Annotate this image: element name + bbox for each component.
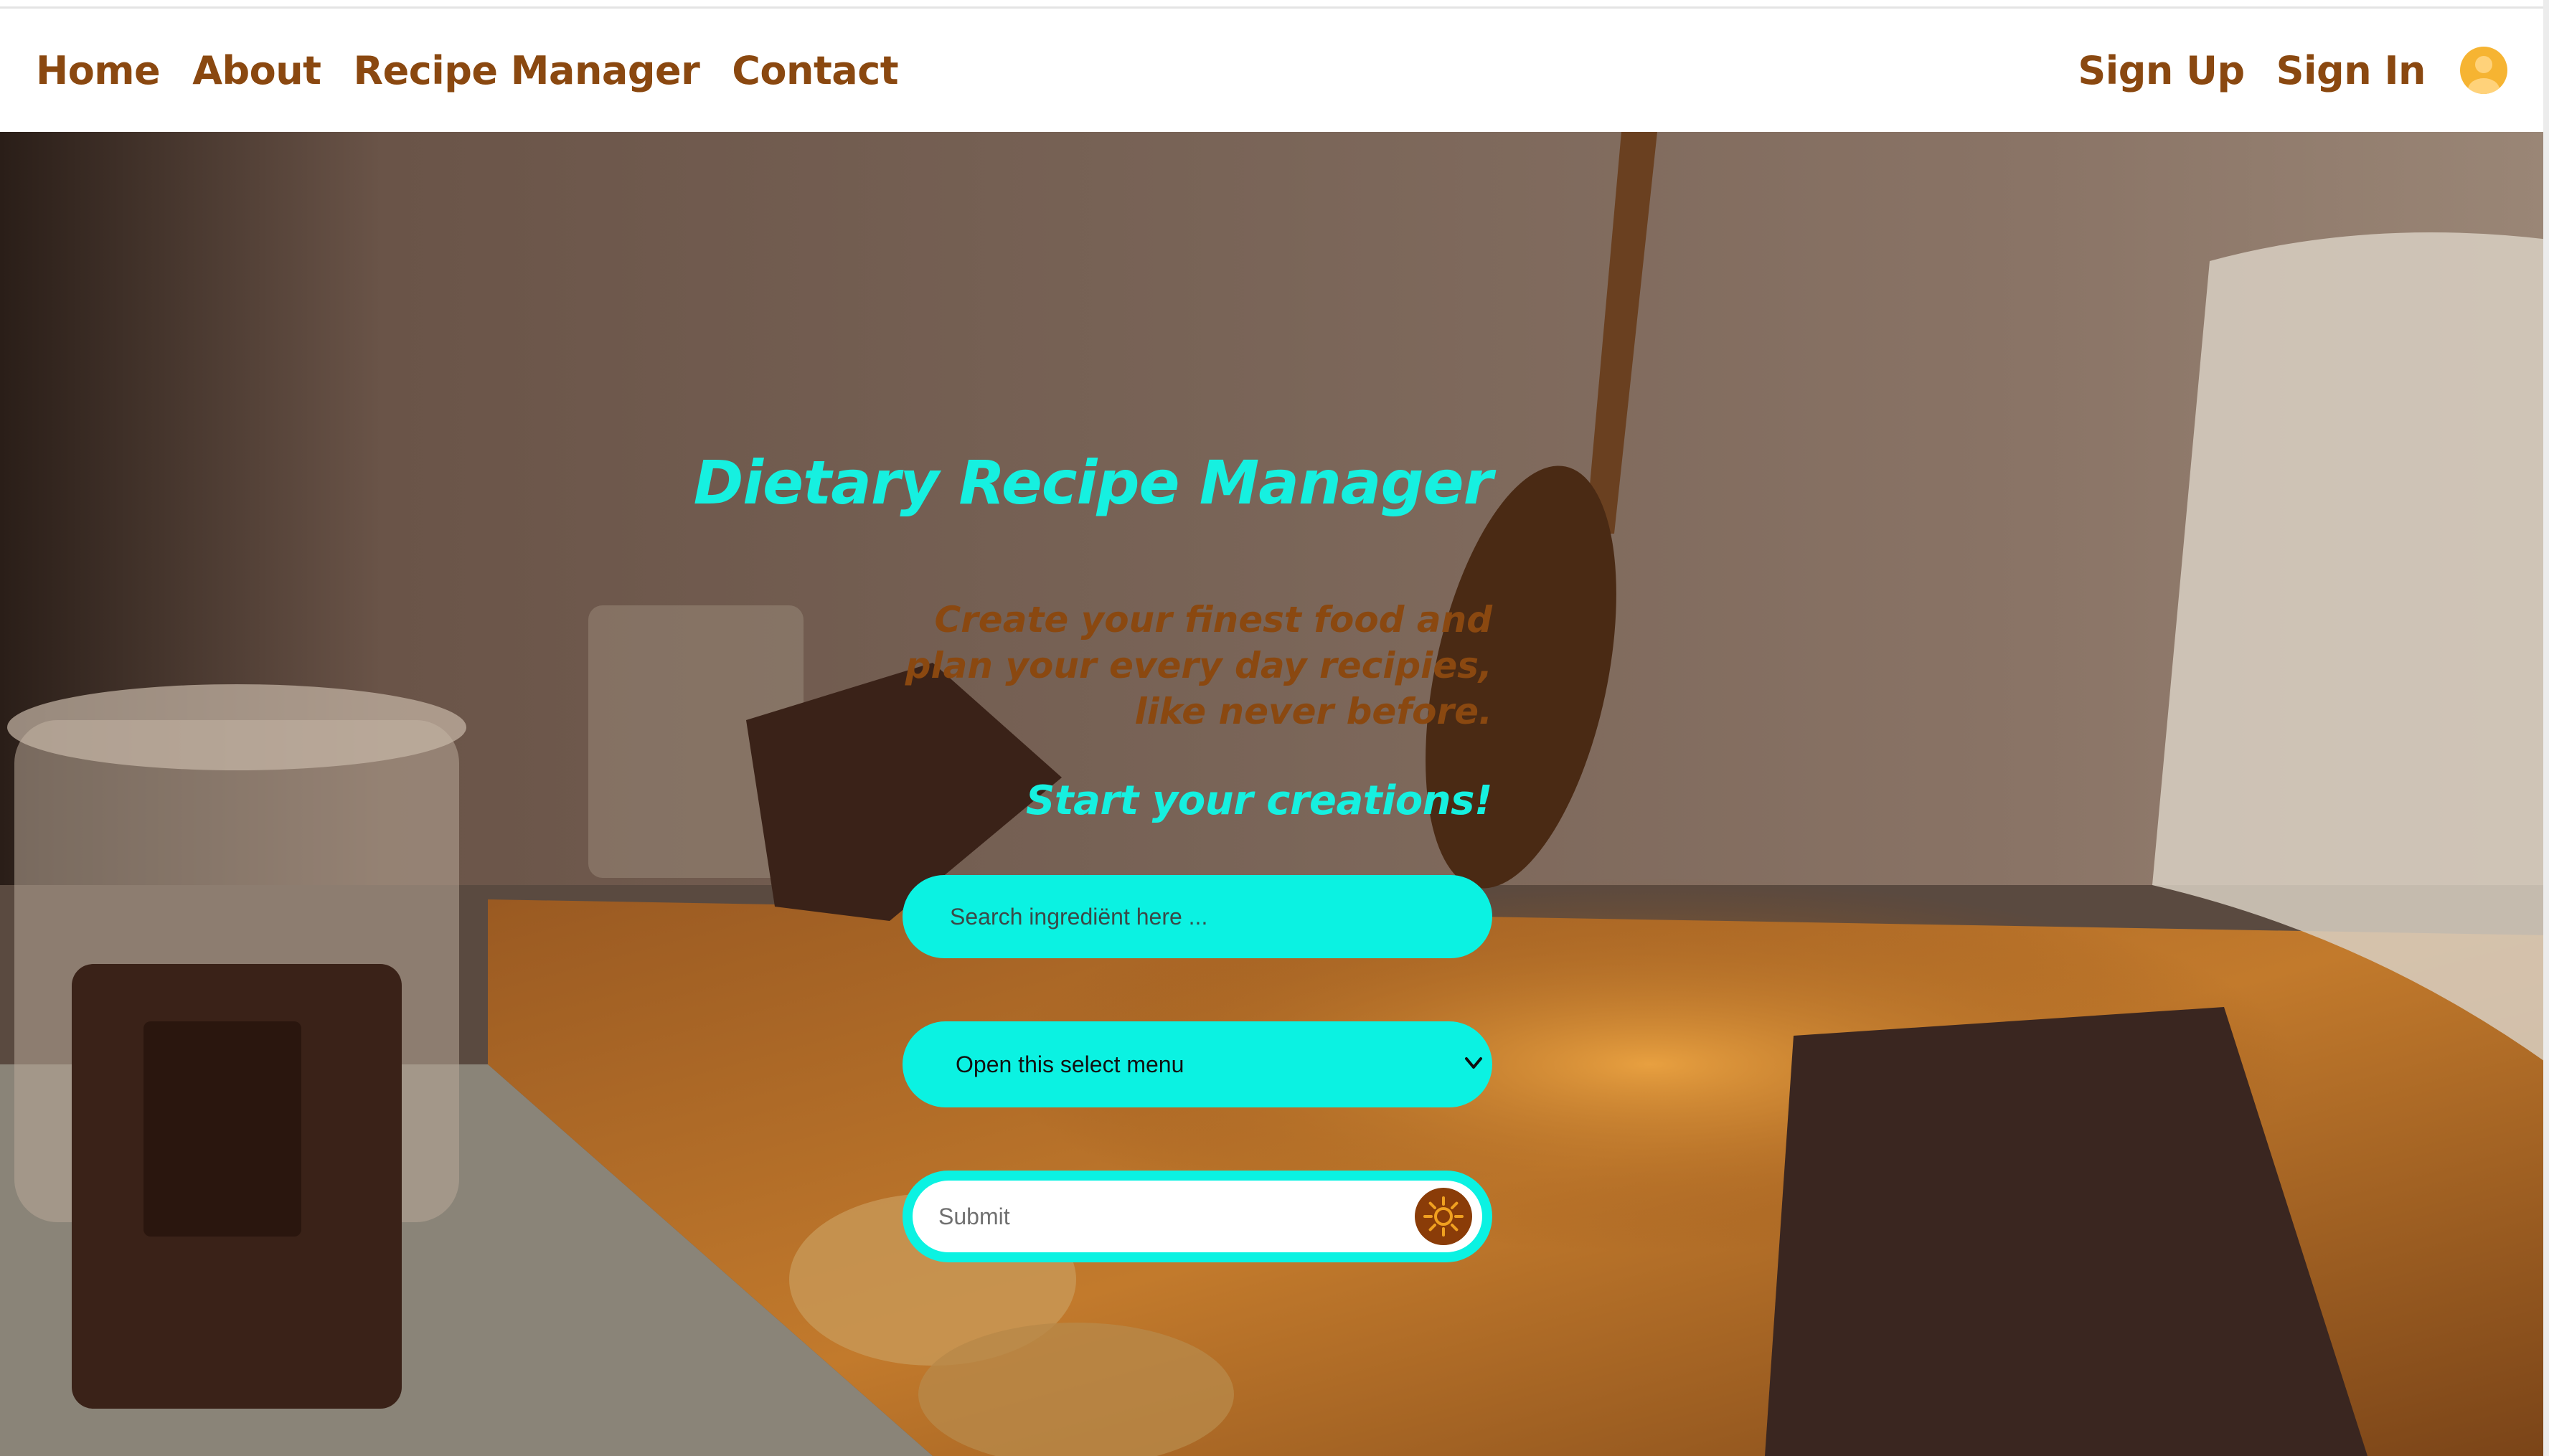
sign-up-link[interactable]: Sign Up [2078,48,2245,93]
submit-button[interactable]: Submit [913,1181,1482,1252]
ingredient-search-input[interactable] [903,875,1492,958]
nav-recipe-manager-link[interactable]: Recipe Manager [354,48,700,93]
sign-in-link[interactable]: Sign In [2276,48,2426,93]
nav-home-link[interactable]: Home [36,48,161,93]
nav-right: Sign Up Sign In [2078,47,2513,94]
hero-section: Dietary Recipe Manager Create your fines… [0,132,2549,1456]
page-title: Dietary Recipe Manager [693,448,1493,518]
sun-icon[interactable] [1415,1188,1472,1245]
submit-control: Submit [903,1171,1492,1262]
nav-contact-link[interactable]: Contact [732,48,898,93]
submit-label: Submit [938,1203,1010,1229]
navbar: Home About Recipe Manager Contact Sign U… [0,9,2549,132]
hero-content: Dietary Recipe Manager Create your fines… [694,132,1493,1456]
nav-left: Home About Recipe Manager Contact [36,48,930,93]
top-border [0,0,2549,9]
category-select[interactable]: Open this select menu [903,1021,1492,1107]
chevron-down-icon [1465,1057,1482,1069]
user-avatar-icon[interactable] [2460,47,2507,94]
nav-about-link[interactable]: About [192,48,321,93]
select-value: Open this select menu [956,1051,1184,1077]
hero-subtitle: Create your finest food and plan your ev… [905,599,1492,732]
scrollbar[interactable] [2543,0,2549,1456]
cta-heading: Start your creations! [1026,777,1493,824]
